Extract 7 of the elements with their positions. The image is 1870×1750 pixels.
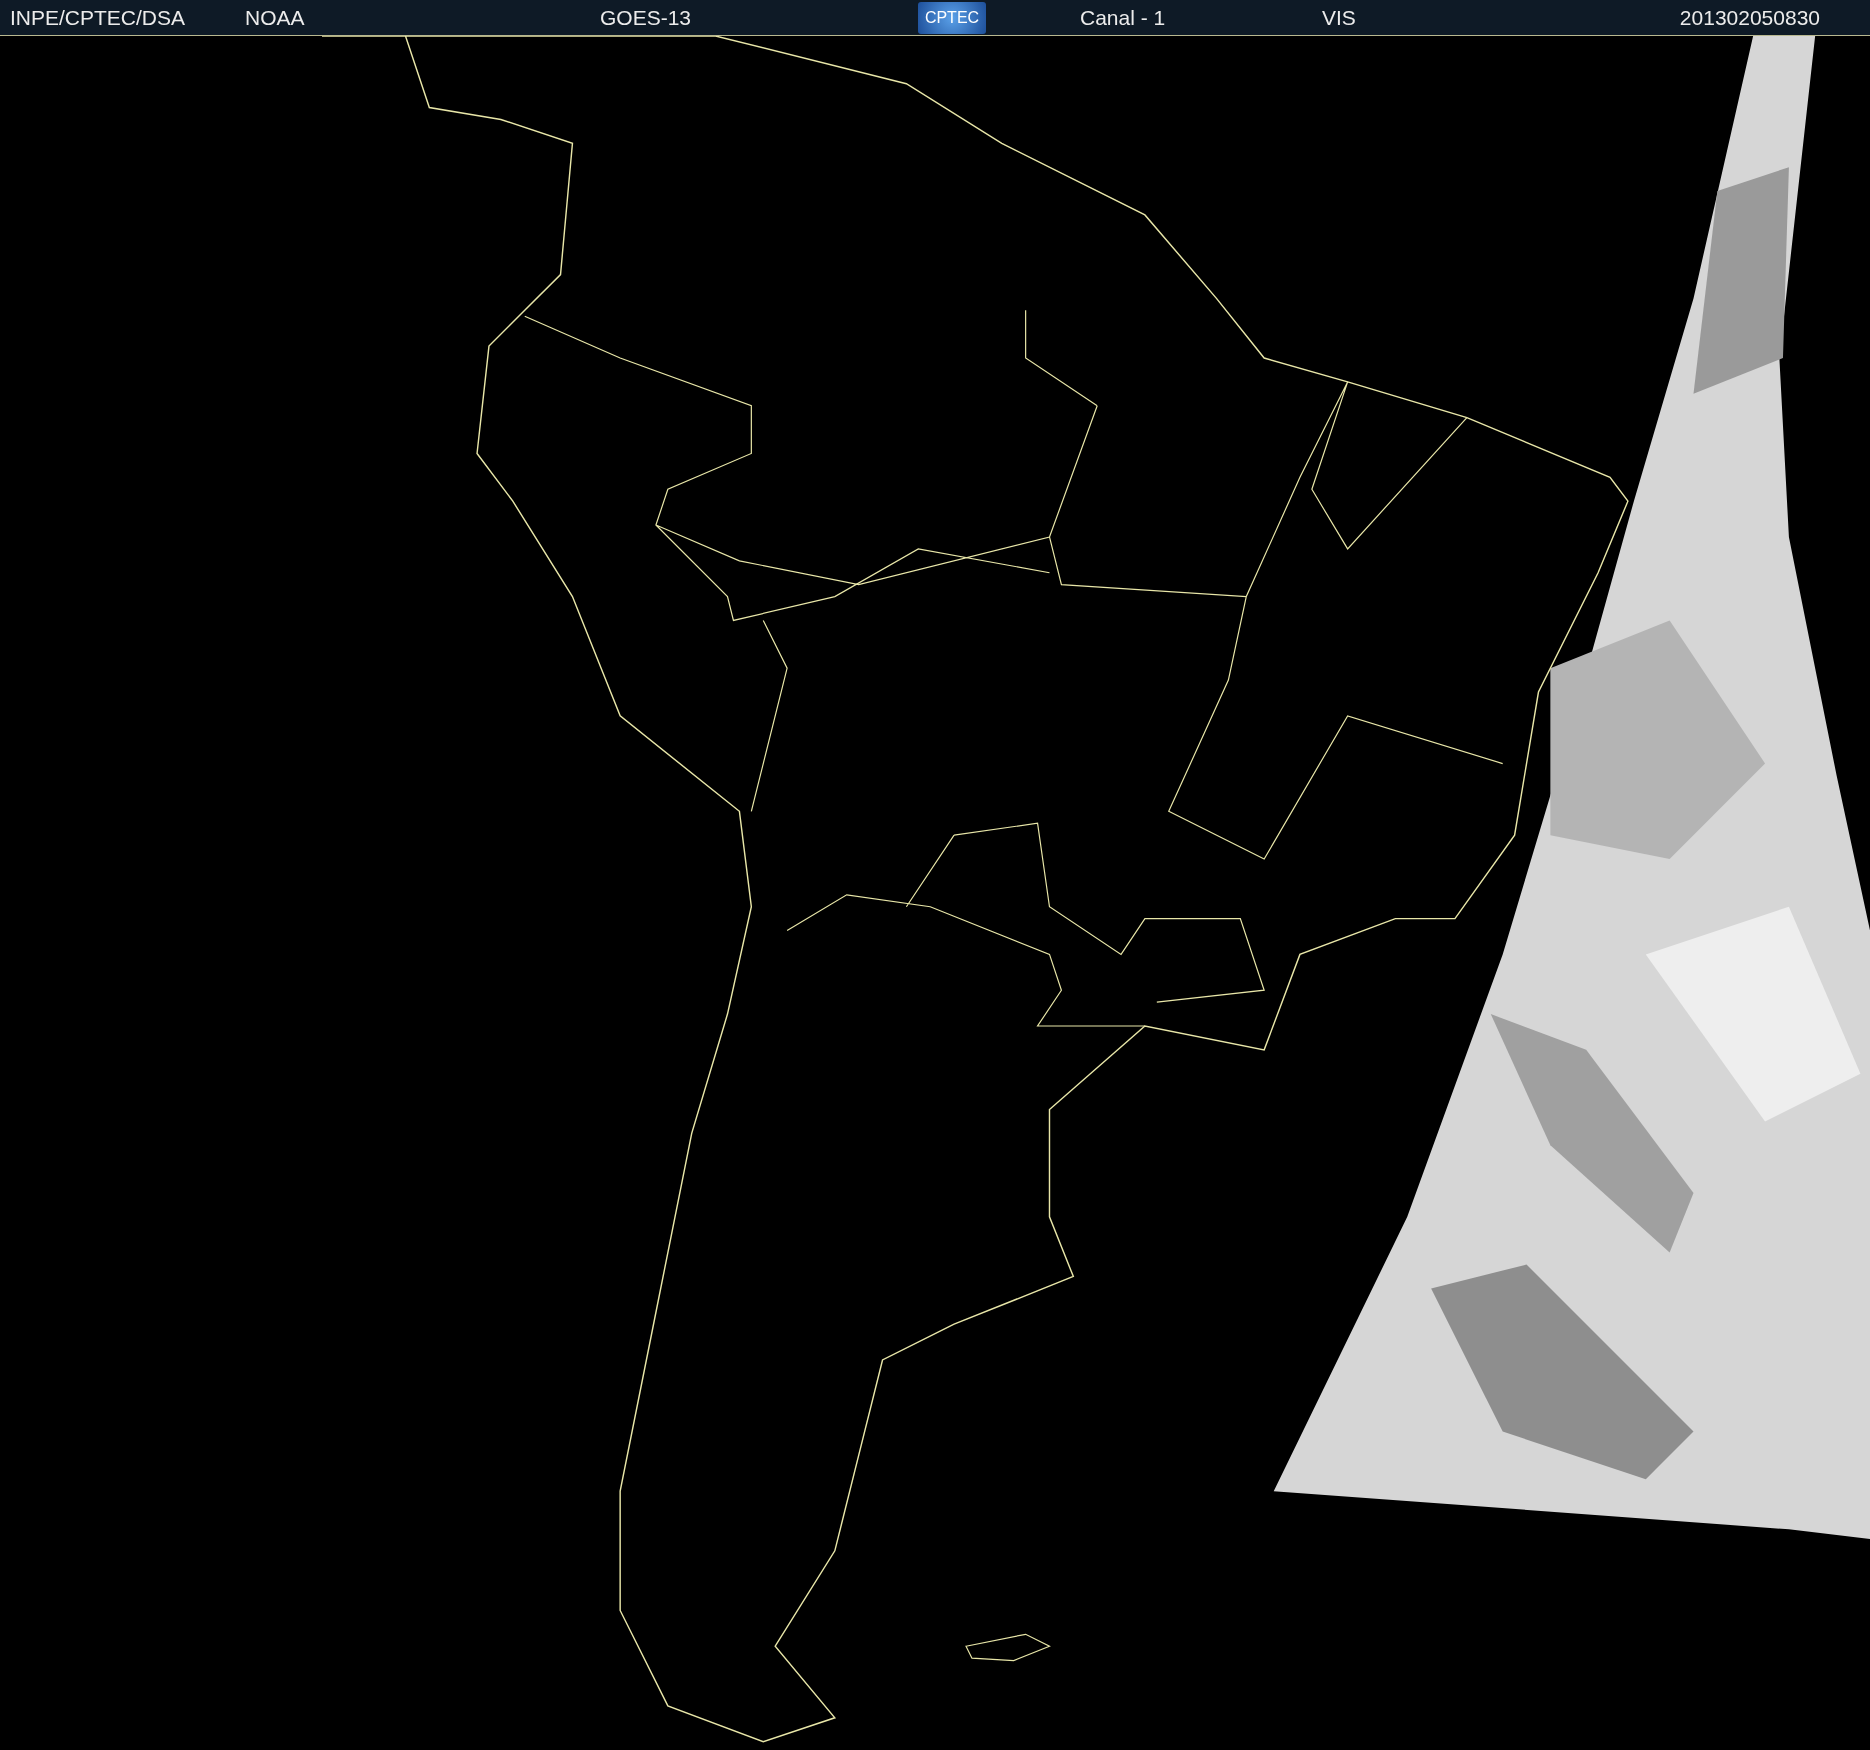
- source-label: INPE/CPTEC/DSA: [10, 4, 187, 31]
- satellite-label: GOES-13: [600, 4, 693, 31]
- logo: CPTEC: [918, 1, 986, 34]
- band-label: VIS: [1322, 4, 1357, 31]
- agency-label: NOAA: [245, 4, 306, 31]
- channel-label: Canal - 1: [1080, 4, 1167, 31]
- timestamp-label: 201302050830: [1679, 4, 1820, 31]
